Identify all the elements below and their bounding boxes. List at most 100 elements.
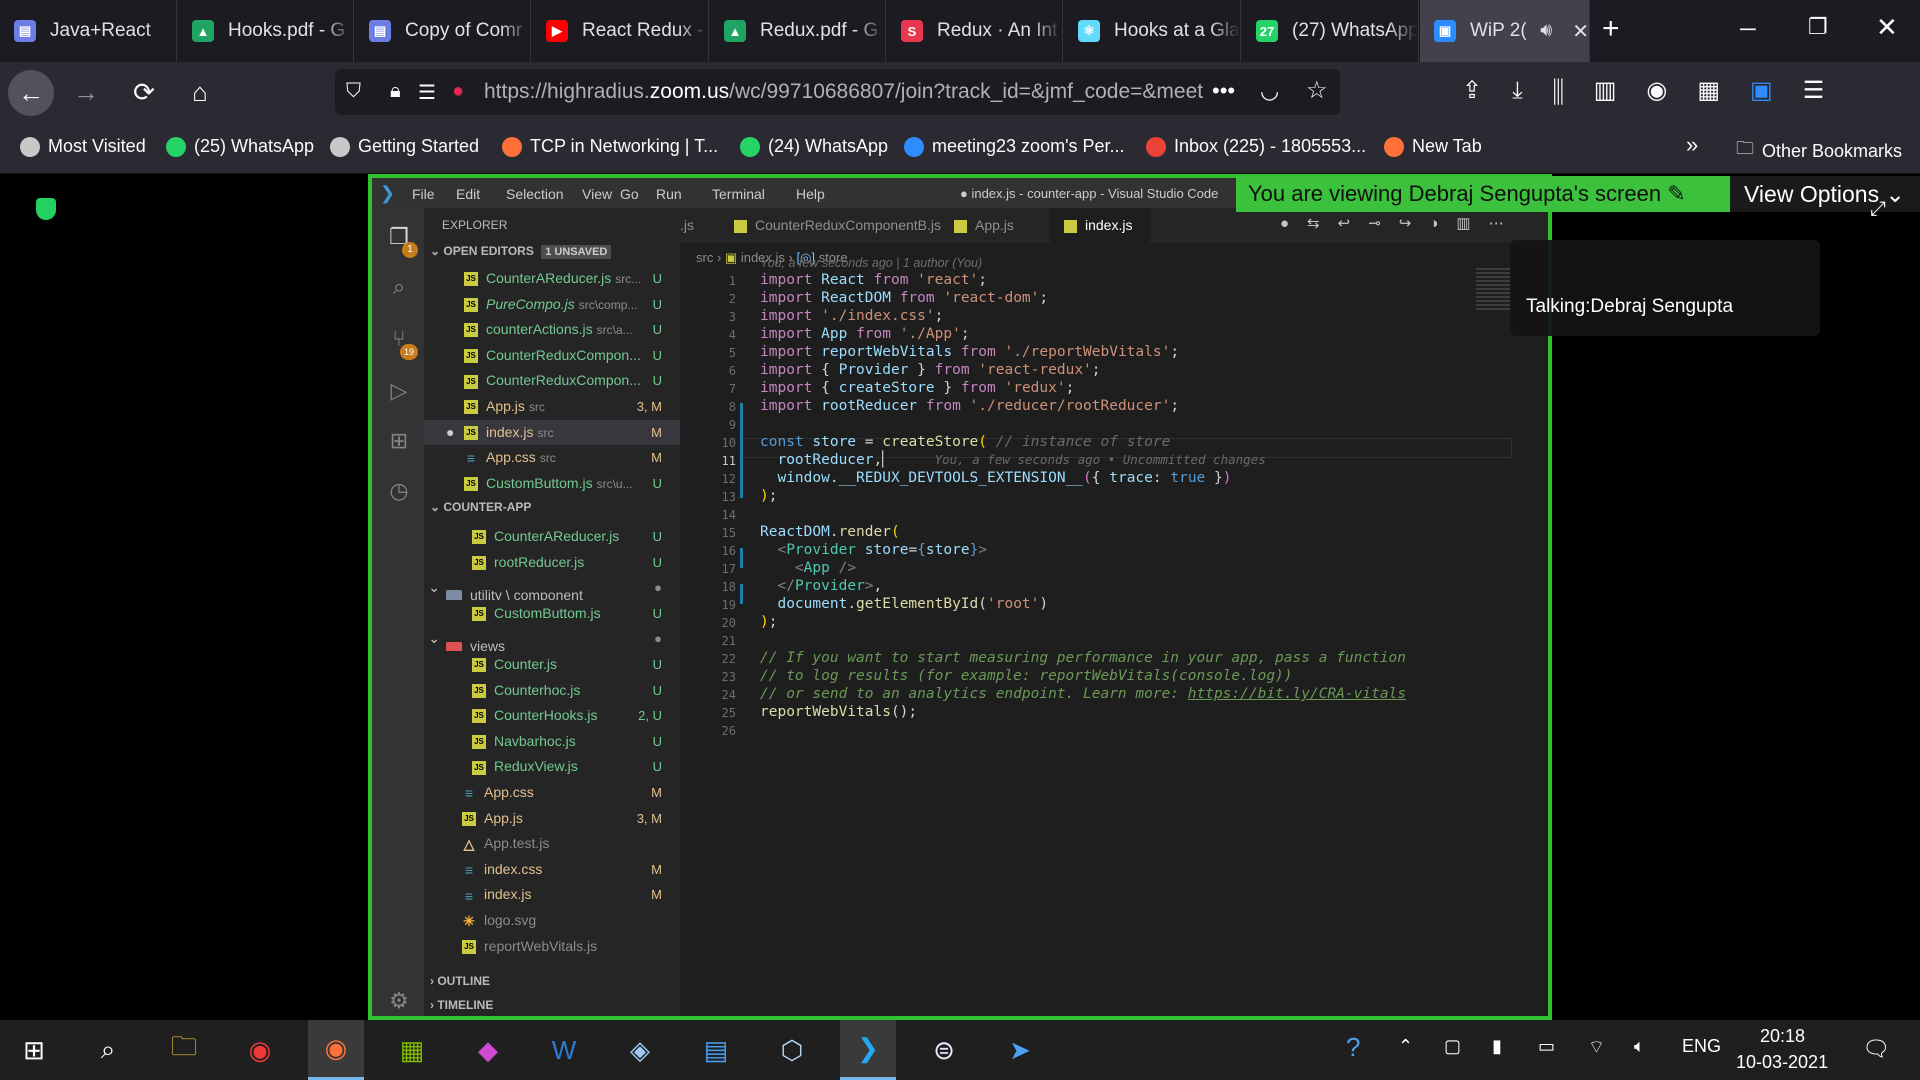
settings-gear-icon[interactable]: ⚙ xyxy=(386,988,412,1014)
app-icon-4[interactable]: ➤ xyxy=(992,1020,1048,1080)
timeline-header[interactable]: › TIMELINE xyxy=(430,998,493,1012)
app-icon-3[interactable]: ▤ xyxy=(688,1020,744,1080)
file-item[interactable]: JS CustomButtom.js U xyxy=(424,601,680,626)
minimap[interactable] xyxy=(1476,268,1512,312)
file-item[interactable]: JS reportWebVitals.js xyxy=(424,934,680,959)
browser-tab[interactable]: 27 (27) WhatsApp xyxy=(1242,0,1419,62)
editor-tab[interactable]: CounterReduxComponentB.js xyxy=(720,208,941,243)
vscode-taskbar-icon[interactable]: ❯ xyxy=(840,1020,896,1080)
close-tab-icon[interactable]: ✕ xyxy=(1572,19,1589,44)
browser-tab[interactable]: ▣ WiP 2(🔊︎ ✕ xyxy=(1420,0,1590,62)
open-editor-item[interactable]: JS CustomButtom.js src\u... U xyxy=(424,471,680,496)
store-icon[interactable]: ▦ xyxy=(384,1020,440,1080)
forward-button[interactable]: → xyxy=(64,70,108,114)
bookmark-item[interactable]: (25) WhatsApp xyxy=(166,136,314,157)
menu-help[interactable]: Help xyxy=(796,186,825,202)
app-icon-1[interactable]: ◆ xyxy=(460,1020,516,1080)
browser-tab[interactable]: ⚛ Hooks at a Gla xyxy=(1064,0,1241,62)
app-icon-2[interactable]: ◈ xyxy=(612,1020,668,1080)
bookmark-item[interactable]: meeting23 zoom's Per... xyxy=(904,136,1125,157)
open-editor-item[interactable]: JS CounterReduxCompon... U xyxy=(424,343,680,368)
bookmark-item[interactable]: (24) WhatsApp xyxy=(740,136,888,157)
close-window-icon[interactable]: ✕ xyxy=(1876,12,1898,43)
file-item[interactable]: JS Navbarhoc.js U xyxy=(424,729,680,754)
menu-edit[interactable]: Edit xyxy=(456,186,480,202)
file-item[interactable]: JS App.js 3, M xyxy=(424,806,680,831)
toolbar-icons[interactable]: ⇪⤓⫼▥◉▦▣☰ xyxy=(1462,76,1854,105)
back-button[interactable]: ← xyxy=(8,70,54,116)
security-shield-icon[interactable] xyxy=(36,198,56,220)
battery-icon[interactable]: ▭ xyxy=(1538,1036,1555,1057)
timeline-icon[interactable]: ◷ xyxy=(386,478,412,504)
file-item[interactable]: ≡ index.css M xyxy=(424,857,680,882)
clock-time[interactable]: 20:18 xyxy=(1760,1026,1805,1047)
show-hidden-icons[interactable]: ⌃ xyxy=(1398,1036,1413,1057)
browser-tab[interactable]: ▲ Redux.pdf - G xyxy=(710,0,886,62)
eclipse-icon[interactable]: ⊜ xyxy=(916,1020,972,1080)
help-icon[interactable]: ? xyxy=(1346,1032,1360,1063)
project-header[interactable]: ⌄ COUNTER-APP xyxy=(430,500,531,514)
page-actions-icon[interactable]: ••• xyxy=(1212,78,1235,104)
menu-go[interactable]: Go xyxy=(620,186,639,202)
outline-header[interactable]: › OUTLINE xyxy=(430,974,490,988)
word-icon[interactable]: W xyxy=(536,1020,592,1080)
run-debug-icon[interactable]: ▷ xyxy=(386,378,412,404)
file-item[interactable]: JS CounterHooks.js 2, U xyxy=(424,703,680,728)
firefox-icon[interactable]: ◉ xyxy=(308,1020,364,1080)
file-item[interactable]: JS rootReducer.js U xyxy=(424,550,680,575)
editor-tab[interactable]: index.js xyxy=(1050,208,1150,243)
microphone-icon[interactable]: ● xyxy=(452,80,464,103)
bookmark-item[interactable]: Getting Started xyxy=(330,136,479,157)
language-indicator[interactable]: ENG xyxy=(1682,1036,1721,1057)
browser-tab[interactable]: ▶ React Redux - xyxy=(532,0,709,62)
bookmark-item[interactable]: Inbox (225) - 1805553... xyxy=(1146,136,1366,157)
menu-run[interactable]: Run xyxy=(656,186,682,202)
extensions-icon[interactable]: ⊞ xyxy=(386,428,412,454)
url-text[interactable]: https://highradius.zoom.us/wc/9971068680… xyxy=(484,80,1204,104)
start-icon[interactable]: ⊞ xyxy=(6,1020,62,1080)
file-item[interactable]: JS Counter.js U xyxy=(424,652,680,677)
pocket-icon[interactable]: ◡ xyxy=(1260,78,1279,104)
folder-item[interactable]: ⌄ views ● xyxy=(424,626,680,652)
search-icon[interactable]: ⌕ xyxy=(386,274,412,300)
file-item[interactable]: ≡ index.js M xyxy=(424,882,680,907)
menu-terminal[interactable]: Terminal xyxy=(712,186,765,202)
browser-tab[interactable]: S Redux · An Int xyxy=(887,0,1063,62)
file-item[interactable]: JS ReduxView.js U xyxy=(424,754,680,779)
menu-selection[interactable]: Selection xyxy=(506,186,564,202)
view-options-button[interactable]: View Options ⌄ xyxy=(1730,176,1920,212)
wifi-icon[interactable]: ⌔ xyxy=(1588,1036,1605,1059)
notifications-icon[interactable]: 🗨︎ xyxy=(1862,1036,1890,1062)
permissions-icon[interactable]: ☰ xyxy=(418,80,436,105)
file-explorer-icon[interactable]: 🗀 xyxy=(156,1020,212,1080)
new-tab-button[interactable]: + xyxy=(1602,12,1620,46)
menu-view[interactable]: View xyxy=(582,186,612,202)
menu-file[interactable]: File xyxy=(412,186,435,202)
bookmark-item[interactable]: TCP in Networking | T... xyxy=(502,136,718,157)
lock-icon[interactable]: 🔒︎ xyxy=(390,80,401,103)
reload-button[interactable]: ⟳ xyxy=(122,70,166,114)
search-taskbar-icon[interactable]: ⌕ xyxy=(80,1020,136,1080)
open-editor-item[interactable]: JS PureCompo.js src\comp... U xyxy=(424,292,680,317)
vivaldi-icon[interactable]: ◉ xyxy=(232,1020,288,1080)
bookmarks-overflow-icon[interactable]: » xyxy=(1686,132,1698,158)
shield-icon[interactable]: ⛉ xyxy=(346,80,361,103)
open-editor-item[interactable]: JS App.js src 3, M xyxy=(424,394,680,419)
editor-tab[interactable]: App.js xyxy=(940,208,1050,243)
minimize-icon[interactable]: ─ xyxy=(1740,16,1756,42)
browser-tab[interactable]: ▲ Hooks.pdf - G xyxy=(178,0,354,62)
open-editors-header[interactable]: ⌄ OPEN EDITORS 1 UNSAVED xyxy=(430,244,612,259)
open-editor-item[interactable]: JS CounterAReducer.js src... U xyxy=(424,266,680,291)
editor-actions[interactable]: ●⇆↩⊸↪◑▥⋯ xyxy=(1280,214,1522,232)
file-item[interactable]: JS CounterAReducer.js U xyxy=(424,524,680,549)
tray-icon-1[interactable]: ▢ xyxy=(1444,1036,1461,1057)
browser-tab[interactable]: ▤ Copy of Comr xyxy=(355,0,531,62)
file-item[interactable]: ≡ App.css M xyxy=(424,780,680,805)
browser-tab[interactable]: ▤ Java+React xyxy=(0,0,177,62)
home-button[interactable]: ⌂ xyxy=(178,70,222,114)
open-editor-item[interactable]: JS counterActions.js src\a... U xyxy=(424,317,680,342)
speaker-icon[interactable]: 🔊︎ xyxy=(1540,20,1552,42)
bookmark-item[interactable]: Most Visited xyxy=(20,136,146,157)
bookmark-item[interactable]: New Tab xyxy=(1384,136,1482,157)
bookmark-star-icon[interactable]: ☆ xyxy=(1306,76,1328,105)
